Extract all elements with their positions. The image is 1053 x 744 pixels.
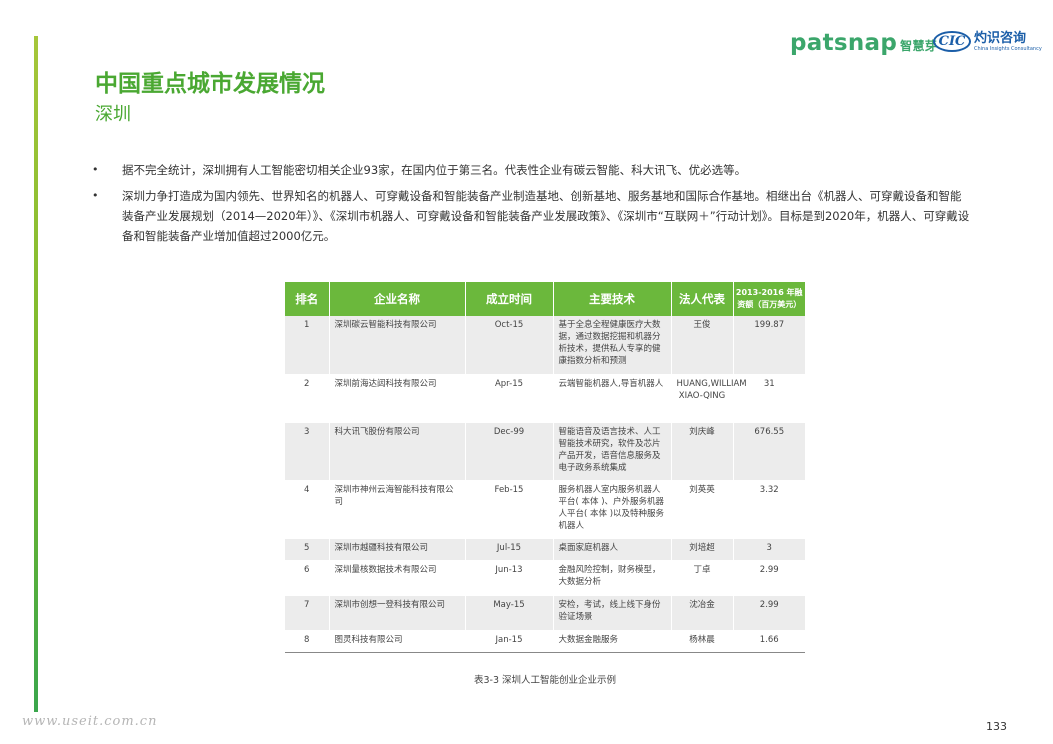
table-row: 1 深圳碳云智能科技有限公司 Oct-15 基于全息全程健康医疗大数据，通过数据… bbox=[285, 316, 805, 375]
cic-logo-en: China Insights Consultancy bbox=[974, 46, 1042, 52]
cell-rank: 3 bbox=[285, 422, 329, 481]
header-funding: 2013-2016 年融资额（百万美元） bbox=[732, 282, 805, 316]
table-header-row: 排名 企业名称 成立时间 主要技术 法人代表 2013-2016 年融资额（百万… bbox=[285, 282, 805, 316]
cell-technology: 智能语音及语言技术、人工智能技术研究，软件及芯片产品开发，语音信息服务及电子政务… bbox=[552, 422, 671, 481]
table-row: 6 深圳量核数据技术有限公司 Jun-13 金融风险控制，财务模型，大数据分析 … bbox=[285, 560, 805, 596]
bullet-dot-icon: • bbox=[92, 163, 99, 176]
cell-rank: 8 bbox=[285, 630, 329, 653]
cell-rank: 4 bbox=[285, 480, 329, 539]
cell-funding: 1.66 bbox=[732, 630, 805, 653]
cell-founded: Feb-15 bbox=[464, 480, 553, 539]
cell-funding: 3.32 bbox=[732, 480, 805, 539]
bullet-item: • 据不完全统计，深圳拥有人工智能密切相关企业93家，在国内位于第三名。代表性企… bbox=[92, 160, 972, 180]
table-caption: 表3-3 深圳人工智能创业企业示例 bbox=[473, 675, 617, 686]
bullet-text: 据不完全统计，深圳拥有人工智能密切相关企业93家，在国内位于第三名。代表性企业有… bbox=[122, 163, 747, 177]
cell-technology: 金融风险控制，财务模型，大数据分析 bbox=[552, 560, 671, 596]
cell-technology: 大数据金融服务 bbox=[552, 630, 671, 653]
bullet-list: • 据不完全统计，深圳拥有人工智能密切相关企业93家，在国内位于第三名。代表性企… bbox=[92, 160, 972, 252]
patsnap-logo: patsnap 智慧芽 bbox=[790, 30, 937, 56]
cic-logo-mark: CIC bbox=[933, 31, 971, 52]
cell-founded: Dec-99 bbox=[464, 422, 553, 481]
header-representative: 法人代表 bbox=[670, 282, 733, 316]
cell-funding: 3 bbox=[732, 538, 805, 561]
bullet-item: • 深圳力争打造成为国内领先、世界知名的机器人、可穿戴设备和智能装备产业制造基地… bbox=[92, 186, 972, 246]
patsnap-logo-cn: 智慧芽 bbox=[900, 39, 938, 53]
cell-funding: 199.87 bbox=[732, 316, 805, 375]
cell-representative: 王俊 bbox=[670, 316, 733, 375]
cic-logo: CIC 灼识咨询 China Insights Consultancy bbox=[933, 31, 1042, 52]
cell-technology: 安检，考试，线上线下身份验证场景 bbox=[552, 595, 671, 631]
cell-technology: 云端智能机器人,导盲机器人 bbox=[552, 374, 671, 423]
cell-representative: 刘英英 bbox=[670, 480, 733, 539]
cell-company: 深圳碳云智能科技有限公司 bbox=[328, 316, 465, 375]
watermark: www.useit.com.cn bbox=[22, 714, 158, 729]
cell-founded: Jun-13 bbox=[464, 560, 553, 596]
bullet-text: 深圳力争打造成为国内领先、世界知名的机器人、可穿戴设备和智能装备产业制造基地、创… bbox=[122, 189, 970, 243]
cell-founded: May-15 bbox=[464, 595, 553, 631]
cic-logo-cn: 灼识咨询 bbox=[974, 31, 1027, 46]
cell-company: 科大讯飞股份有限公司 bbox=[328, 422, 465, 481]
page-subtitle: 深圳 bbox=[95, 104, 131, 125]
cell-company: 深圳量核数据技术有限公司 bbox=[328, 560, 465, 596]
cell-representative: 刘庆峰 bbox=[670, 422, 733, 481]
cell-founded: Oct-15 bbox=[464, 316, 553, 375]
cell-technology: 服务机器人室内服务机器人平台( 本体 )、户外服务机器人平台( 本体 )以及特种… bbox=[552, 480, 671, 539]
cell-funding: 2.99 bbox=[732, 595, 805, 631]
cell-rank: 6 bbox=[285, 560, 329, 596]
table-row: 2 深圳前海达闼科技有限公司 Apr-15 云端智能机器人,导盲机器人 HUAN… bbox=[285, 374, 805, 423]
header-company: 企业名称 bbox=[328, 282, 465, 316]
header-rank: 排名 bbox=[285, 282, 329, 316]
cell-company: 深圳前海达闼科技有限公司 bbox=[328, 374, 465, 423]
bullet-dot-icon: • bbox=[92, 189, 99, 202]
header-founded: 成立时间 bbox=[464, 282, 553, 316]
cell-company: 深圳市神州云海智能科技有限公司 bbox=[328, 480, 465, 539]
cell-representative: 刘培超 bbox=[670, 538, 733, 561]
cell-funding: 676.55 bbox=[732, 422, 805, 481]
cell-funding: 2.99 bbox=[732, 560, 805, 596]
cell-technology: 基于全息全程健康医疗大数据，通过数据挖掘和机器分析技术，提供私人专享的健康指数分… bbox=[552, 316, 671, 375]
cell-rank: 1 bbox=[285, 316, 329, 375]
cell-representative: HUANG,WILLIAM XIAO-QING bbox=[670, 374, 747, 423]
cell-rank: 5 bbox=[285, 538, 329, 561]
cell-rank: 2 bbox=[285, 374, 329, 423]
cell-founded: Apr-15 bbox=[464, 374, 553, 423]
cell-company: 深圳市越疆科技有限公司 bbox=[328, 538, 465, 561]
cell-representative: 杨林晨 bbox=[670, 630, 733, 653]
cell-representative: 沈冶金 bbox=[670, 595, 733, 631]
cell-representative: 丁卓 bbox=[670, 560, 733, 596]
table-row: 5 深圳市越疆科技有限公司 Jul-15 桌面家庭机器人 刘培超 3 bbox=[285, 538, 805, 561]
header-technology: 主要技术 bbox=[552, 282, 671, 316]
patsnap-logo-text: patsnap bbox=[790, 30, 898, 56]
companies-table: 排名 企业名称 成立时间 主要技术 法人代表 2013-2016 年融资额（百万… bbox=[285, 282, 805, 653]
page-title: 中国重点城市发展情况 bbox=[95, 71, 325, 97]
side-accent-bar bbox=[34, 36, 38, 712]
cell-founded: Jan-15 bbox=[464, 630, 553, 653]
cell-company: 图灵科技有限公司 bbox=[328, 630, 465, 653]
table-row: 3 科大讯飞股份有限公司 Dec-99 智能语音及语言技术、人工智能技术研究，软… bbox=[285, 422, 805, 481]
cell-founded: Jul-15 bbox=[464, 538, 553, 561]
cell-company: 深圳市创想一登科技有限公司 bbox=[328, 595, 465, 631]
page-number: 133 bbox=[986, 720, 1007, 733]
cell-technology: 桌面家庭机器人 bbox=[552, 538, 671, 561]
table-row: 7 深圳市创想一登科技有限公司 May-15 安检，考试，线上线下身份验证场景 … bbox=[285, 595, 805, 631]
cell-rank: 7 bbox=[285, 595, 329, 631]
table-row: 4 深圳市神州云海智能科技有限公司 Feb-15 服务机器人室内服务机器人平台(… bbox=[285, 480, 805, 539]
table-row: 8 图灵科技有限公司 Jan-15 大数据金融服务 杨林晨 1.66 bbox=[285, 630, 805, 653]
